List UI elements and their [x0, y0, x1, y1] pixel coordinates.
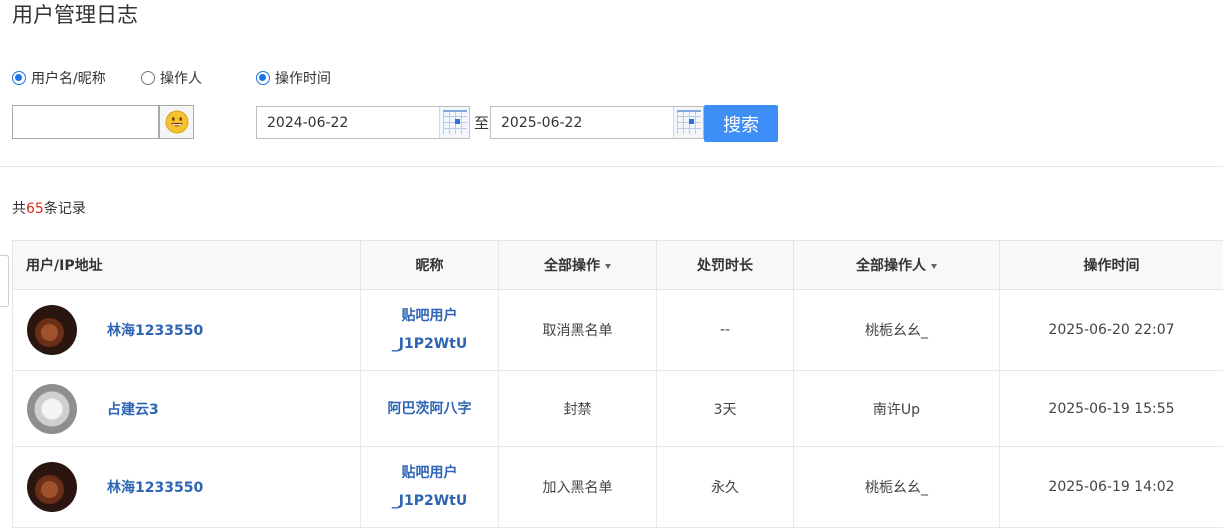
nickname-link[interactable]: 贴吧用户 _J1P2WtU — [362, 302, 497, 358]
table-row: 林海1233550 贴吧用户 _J1P2WtU 取消黑名单 -- 桃栀幺幺_ 20… — [13, 290, 1223, 371]
header-nickname: 昵称 — [361, 241, 499, 290]
header-operation-label: 全部操作 — [544, 258, 600, 274]
radio-label: 操作人 — [160, 68, 202, 88]
duration-cell: 永久 — [657, 447, 794, 528]
header-time: 操作时间 — [1000, 241, 1223, 290]
page-title: 用户管理日志 — [12, 2, 138, 28]
nickname-line2: _J1P2WtU — [392, 493, 467, 509]
table-row: 林海1233550 贴吧用户 _J1P2WtU 加入黑名单 永久 桃栀幺幺_ 20… — [13, 447, 1223, 528]
violin-avatar[interactable] — [27, 305, 77, 355]
radio-button[interactable] — [256, 71, 270, 85]
radio-operation-time[interactable]: 操作时间 — [256, 68, 331, 88]
nickname-link[interactable]: 贴吧用户 _J1P2WtU — [362, 459, 497, 515]
log-table: 用户/IP地址 昵称 全部操作 处罚时长 全部操作人 操作时间 林海123355… — [12, 240, 1223, 528]
nickname-line1: 阿巴茨阿八字 — [388, 401, 472, 417]
nickname-line2: _J1P2WtU — [392, 336, 467, 352]
operation-cell: 加入黑名单 — [499, 447, 657, 528]
radio-username[interactable]: 用户名/昵称 — [12, 68, 106, 88]
dropdown-caret-icon — [931, 264, 937, 269]
nickname-link[interactable]: 阿巴茨阿八字 — [362, 395, 497, 423]
record-count: 共65条记录 — [12, 198, 86, 218]
calendar-icon[interactable] — [673, 107, 703, 138]
calendar-icon[interactable] — [439, 107, 469, 138]
dropdown-caret-icon — [605, 264, 611, 269]
operator-cell: 桃栀幺幺_ — [794, 447, 1000, 528]
divider — [0, 166, 1223, 167]
username-link[interactable]: 占建云3 — [107, 399, 159, 419]
nickname-line1: 贴吧用户 — [402, 308, 458, 324]
start-date-value: 2024-06-22 — [267, 115, 439, 131]
header-operator-label: 全部操作人 — [856, 258, 926, 274]
count-prefix: 共 — [12, 201, 26, 217]
shoes-avatar[interactable] — [27, 384, 77, 434]
date-separator: 至 — [474, 112, 489, 133]
count-number: 65 — [26, 201, 44, 217]
header-operation-filter[interactable]: 全部操作 — [499, 241, 657, 290]
operator-cell: 桃栀幺幺_ — [794, 290, 1000, 371]
emoji-button[interactable] — [159, 105, 194, 139]
search-button[interactable]: 搜索 — [704, 105, 778, 142]
radio-button[interactable] — [12, 71, 26, 85]
username-input[interactable] — [12, 105, 159, 139]
header-operator-filter[interactable]: 全部操作人 — [794, 241, 1000, 290]
end-date-value: 2025-06-22 — [501, 115, 673, 131]
operator-cell: 南许Up — [794, 371, 1000, 447]
radio-button[interactable] — [141, 71, 155, 85]
violin-avatar[interactable] — [27, 462, 77, 512]
radio-label: 操作时间 — [275, 68, 331, 88]
username-link[interactable]: 林海1233550 — [107, 477, 203, 497]
side-collapse-tab[interactable] — [0, 255, 9, 307]
start-date-field[interactable]: 2024-06-22 — [256, 106, 470, 139]
duration-cell: -- — [657, 290, 794, 371]
table-row: 占建云3 阿巴茨阿八字 封禁 3天 南许Up 2025-06-19 15:55 — [13, 371, 1223, 447]
header-duration: 处罚时长 — [657, 241, 794, 290]
nickname-line1: 贴吧用户 — [402, 465, 458, 481]
time-cell: 2025-06-19 14:02 — [1000, 447, 1223, 528]
count-suffix: 条记录 — [44, 201, 86, 217]
operation-cell: 封禁 — [499, 371, 657, 447]
duration-cell: 3天 — [657, 371, 794, 447]
operation-cell: 取消黑名单 — [499, 290, 657, 371]
radio-label: 用户名/昵称 — [31, 68, 106, 88]
table-header-row: 用户/IP地址 昵称 全部操作 处罚时长 全部操作人 操作时间 — [13, 241, 1223, 290]
time-cell: 2025-06-19 15:55 — [1000, 371, 1223, 447]
radio-operator[interactable]: 操作人 — [141, 68, 202, 88]
username-link[interactable]: 林海1233550 — [107, 320, 203, 340]
smiley-icon — [165, 110, 189, 134]
header-user: 用户/IP地址 — [13, 241, 361, 290]
end-date-field[interactable]: 2025-06-22 — [490, 106, 704, 139]
time-cell: 2025-06-20 22:07 — [1000, 290, 1223, 371]
